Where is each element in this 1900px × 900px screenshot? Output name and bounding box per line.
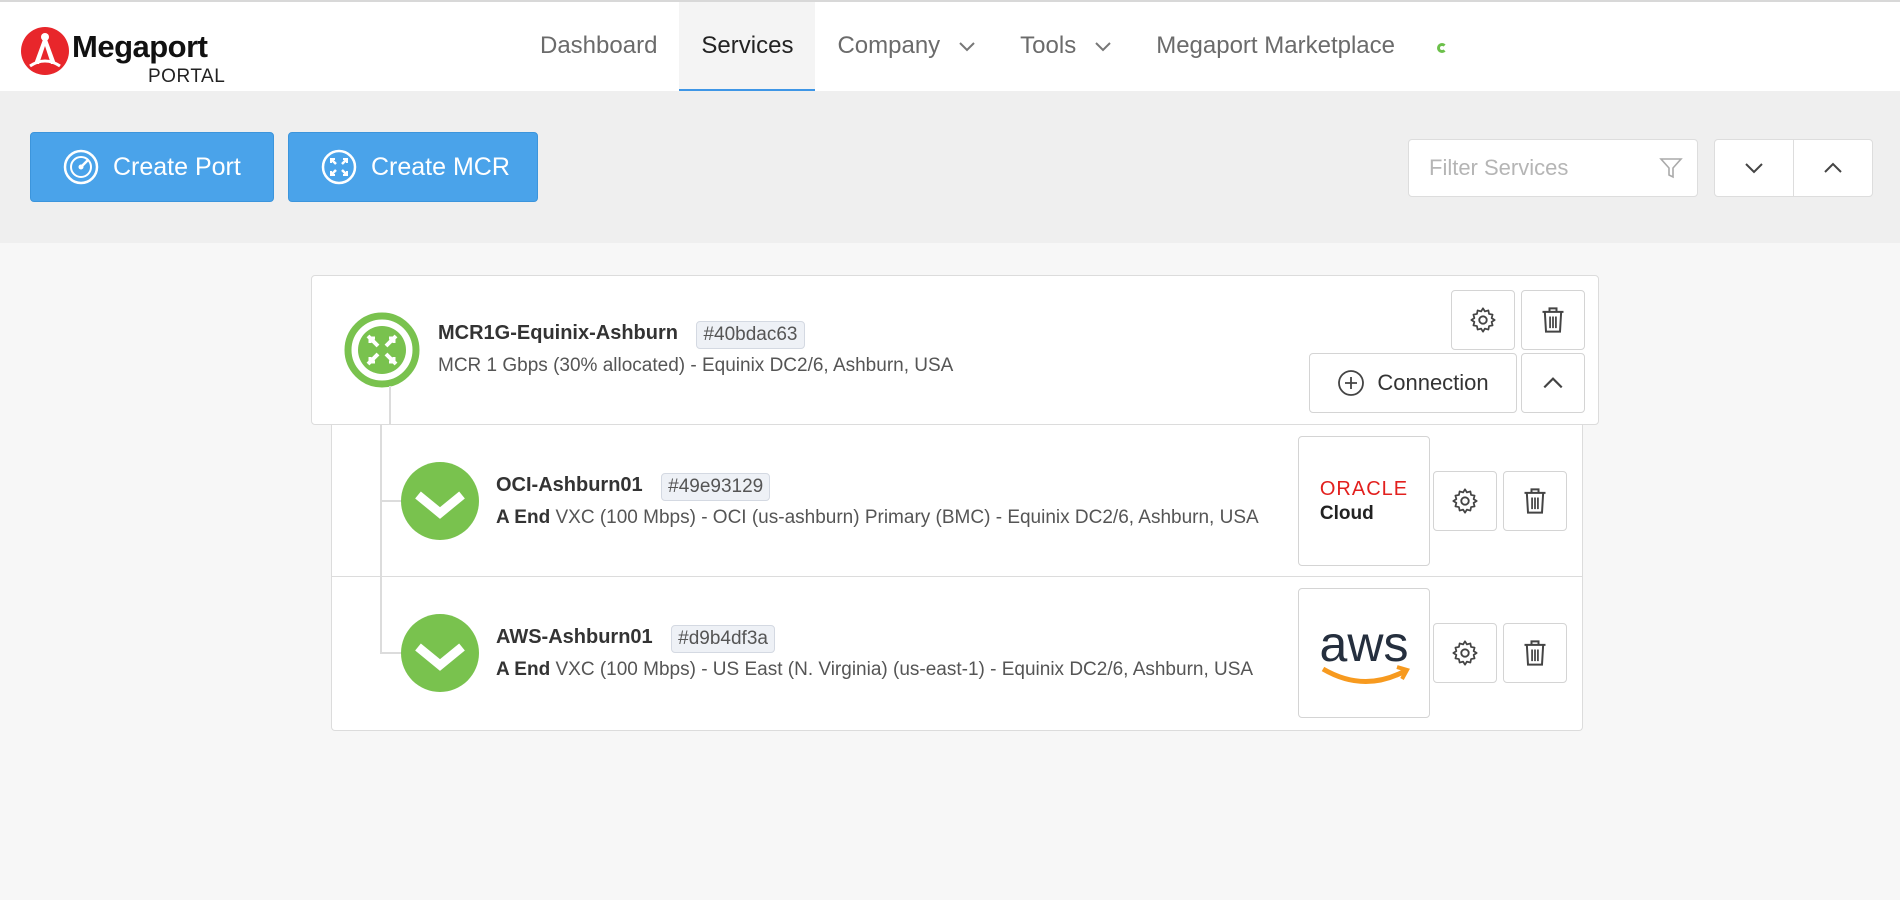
mcr-settings-button[interactable] — [1451, 290, 1515, 350]
plus-circle-icon — [1338, 370, 1365, 396]
vxc-description-text: VXC (100 Mbps) - OCI (us-ashburn) Primar… — [555, 507, 1259, 528]
chevron-down-icon — [959, 41, 975, 51]
nav-tools-label: Tools — [1020, 31, 1077, 59]
vxc-list: OCI-Ashburn01 #49e93129 A End VXC (100 M… — [331, 425, 1583, 731]
megaport-logo-icon — [21, 27, 69, 75]
filter-services-input[interactable] — [1409, 140, 1639, 196]
nav-services[interactable]: Services — [679, 2, 816, 93]
nav-services-label: Services — [701, 31, 794, 59]
vxc-end-label: A End — [496, 659, 551, 680]
add-connection-button[interactable]: Connection — [1309, 353, 1517, 413]
aws-logo-icon: aws — [1320, 616, 1410, 684]
vxc-end-label: A End — [496, 507, 551, 528]
vxc-settings-button[interactable] — [1433, 471, 1497, 531]
trash-icon — [1524, 488, 1546, 514]
vxc-row: OCI-Ashburn01 #49e93129 A End VXC (100 M… — [332, 425, 1582, 577]
vxc-name: AWS-Ashburn01 — [496, 626, 653, 649]
gear-icon — [1452, 488, 1478, 514]
create-mcr-label: Create MCR — [371, 152, 510, 181]
mcr-router-icon — [321, 149, 357, 185]
chevron-down-icon — [1095, 41, 1111, 51]
nav-dashboard[interactable]: Dashboard — [518, 2, 679, 93]
chevron-up-icon — [1543, 377, 1563, 389]
nav-dashboard-label: Dashboard — [540, 31, 658, 59]
brand-sub: PORTAL — [148, 66, 226, 87]
nav-company[interactable]: Company — [815, 2, 998, 93]
port-gauge-icon — [63, 149, 99, 185]
top-navigation-bar: Megaport PORTAL Dashboard Services Compa… — [0, 0, 1900, 93]
nav-marketplace-label: Megaport Marketplace — [1156, 31, 1395, 59]
vxc-status-check-icon — [401, 462, 479, 540]
vxc-delete-button[interactable] — [1503, 623, 1567, 683]
gear-icon — [1452, 640, 1478, 666]
vxc-delete-button[interactable] — [1503, 471, 1567, 531]
vxc-details: OCI-Ashburn01 #49e93129 A End VXC (100 M… — [496, 473, 1259, 529]
vxc-details: AWS-Ashburn01 #d9b4df3a A End VXC (100 M… — [496, 625, 1253, 681]
vxc-status-check-icon — [401, 614, 479, 692]
vxc-description-text: VXC (100 Mbps) - US East (N. Virginia) (… — [555, 659, 1254, 680]
mcr-details: MCR1G-Equinix-Ashburn #40bdac63 MCR 1 Gb… — [438, 321, 953, 377]
vxc-row: AWS-Ashburn01 #d9b4df3a A End VXC (100 M… — [332, 577, 1582, 729]
filter-services-box — [1408, 139, 1698, 197]
collapse-all-button[interactable] — [1793, 139, 1873, 197]
gear-icon — [1470, 307, 1496, 333]
create-mcr-button[interactable]: Create MCR — [288, 132, 538, 202]
loading-spinner-icon — [1436, 42, 1447, 53]
trash-icon — [1542, 307, 1564, 333]
mcr-id-badge[interactable]: #40bdac63 — [696, 321, 805, 349]
mcr-status-icon — [344, 312, 420, 388]
mcr-name: MCR1G-Equinix-Ashburn — [438, 322, 678, 345]
mcr-description: MCR 1 Gbps (30% allocated) - Equinix DC2… — [438, 355, 954, 376]
main-nav: Dashboard Services Company Tools Megapor… — [518, 2, 1447, 93]
mcr-delete-button[interactable] — [1521, 290, 1585, 350]
chevron-down-icon — [1745, 163, 1763, 174]
nav-tools[interactable]: Tools — [998, 2, 1134, 93]
nav-marketplace[interactable]: Megaport Marketplace — [1134, 2, 1417, 93]
vxc-name: OCI-Ashburn01 — [496, 474, 643, 497]
nav-company-label: Company — [837, 31, 941, 59]
tree-connector — [389, 386, 391, 426]
vxc-description: A End VXC (100 Mbps) - US East (N. Virgi… — [496, 659, 1253, 681]
aws-logo: aws — [1298, 588, 1430, 718]
services-toolbar: Create Port Create MCR — [0, 91, 1900, 243]
vxc-id-badge[interactable]: #d9b4df3a — [671, 625, 775, 653]
megaport-logo[interactable]: Megaport PORTAL — [20, 24, 230, 87]
expand-all-button[interactable] — [1714, 139, 1794, 197]
vxc-settings-button[interactable] — [1433, 623, 1497, 683]
oracle-cloud-logo: ORACLE Cloud — [1298, 436, 1430, 566]
trash-icon — [1524, 640, 1546, 666]
aws-logo-word: aws — [1320, 616, 1409, 672]
filter-funnel-icon[interactable] — [1659, 156, 1683, 180]
vxc-id-badge[interactable]: #49e93129 — [661, 473, 771, 501]
create-port-label: Create Port — [113, 152, 241, 181]
mcr-service-card: MCR1G-Equinix-Ashburn #40bdac63 MCR 1 Gb… — [311, 275, 1599, 425]
brand-name: Megaport — [72, 29, 208, 64]
oracle-logo-sub: Cloud — [1319, 502, 1374, 524]
oracle-logo-word: ORACLE — [1319, 477, 1409, 500]
collapse-mcr-button[interactable] — [1521, 353, 1585, 413]
vxc-description: A End VXC (100 Mbps) - OCI (us-ashburn) … — [496, 507, 1259, 529]
create-port-button[interactable]: Create Port — [30, 132, 274, 202]
add-connection-label: Connection — [1377, 370, 1489, 395]
chevron-up-icon — [1824, 162, 1842, 173]
